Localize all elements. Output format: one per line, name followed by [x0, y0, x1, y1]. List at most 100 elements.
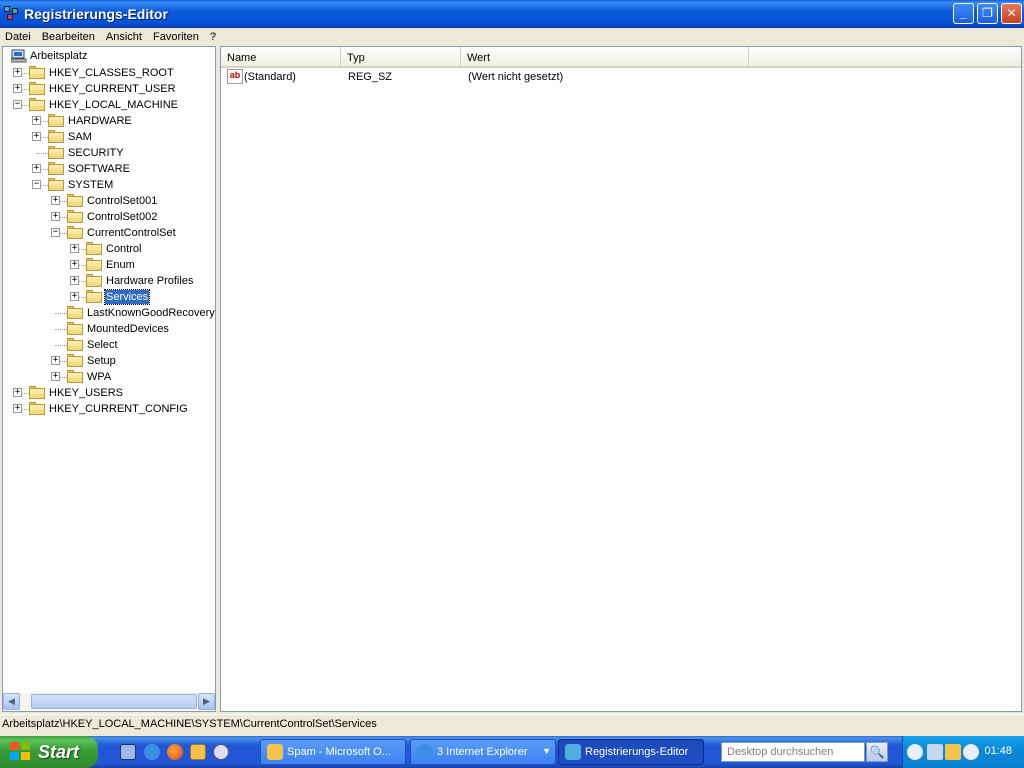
tree-item[interactable]: + Services: [3, 289, 215, 305]
scroll-left-button[interactable]: ◀: [3, 693, 20, 710]
tree-item[interactable]: + HKEY_USERS: [3, 385, 215, 401]
tree-item[interactable]: + HKEY_CURRENT_USER: [3, 81, 215, 97]
task-button-internet-explorer[interactable]: 3 Internet Explorer ▼: [410, 739, 556, 765]
tree-item[interactable]: + HKEY_CLASSES_ROOT: [3, 65, 215, 81]
tree-item-label: Services: [103, 289, 151, 305]
show-desktop-icon[interactable]: [120, 744, 136, 760]
search-button[interactable]: 🔍: [866, 742, 888, 762]
folder-icon: [29, 402, 45, 415]
status-path: Arbeitsplatz\HKEY_LOCAL_MACHINE\SYSTEM\C…: [2, 718, 377, 730]
tree-item[interactable]: SECURITY: [3, 145, 215, 161]
chevron-left-icon[interactable]: [907, 744, 923, 760]
expand-icon[interactable]: +: [32, 132, 41, 141]
value-name: (Standard): [244, 71, 296, 83]
column-value[interactable]: Wert: [461, 47, 749, 66]
expand-icon[interactable]: +: [70, 260, 79, 269]
list-item[interactable]: ab (Standard) REG_SZ (Wert nicht gesetzt…: [221, 69, 1021, 85]
tree-item[interactable]: MountedDevices: [3, 321, 215, 337]
tree-item[interactable]: + HARDWARE: [3, 113, 215, 129]
tree-connector: [55, 345, 67, 346]
internet-explorer-icon[interactable]: [144, 744, 160, 760]
folder-icon: [48, 114, 64, 127]
column-type[interactable]: Typ: [341, 47, 461, 66]
folder-icon: [67, 354, 83, 367]
restore-button[interactable]: ❐: [977, 3, 998, 24]
media-player-icon[interactable]: [213, 744, 229, 760]
expand-icon[interactable]: +: [70, 244, 79, 253]
tree-item-label: HARDWARE: [68, 115, 132, 127]
scroll-thumb[interactable]: [31, 694, 197, 709]
tree-item-label: ControlSet001: [87, 195, 158, 207]
tree-item[interactable]: + HKEY_CURRENT_CONFIG: [3, 401, 215, 417]
tree-item-label: Select: [87, 339, 118, 351]
tree-item[interactable]: + Setup: [3, 353, 215, 369]
menu-datei[interactable]: Datei: [0, 31, 37, 43]
windows-flag-icon: [10, 742, 32, 762]
folder-icon: [86, 242, 102, 255]
close-button[interactable]: ✕: [1001, 3, 1022, 24]
tree-item[interactable]: Select: [3, 337, 215, 353]
folder-icon: [48, 130, 64, 143]
tree-item[interactable]: + Enum: [3, 257, 215, 273]
firefox-icon[interactable]: [167, 744, 183, 760]
scroll-right-button[interactable]: ▶: [198, 693, 215, 710]
tree-item[interactable]: + ControlSet002: [3, 209, 215, 225]
tree-item[interactable]: + Control: [3, 241, 215, 257]
outlook-icon[interactable]: [190, 744, 206, 760]
expand-icon[interactable]: +: [13, 404, 22, 413]
task-label: Spam - Microsoft O...: [287, 746, 391, 758]
expand-icon[interactable]: +: [32, 116, 41, 125]
folder-icon: [67, 226, 83, 239]
tree-item[interactable]: − CurrentControlSet: [3, 225, 215, 241]
collapse-icon[interactable]: −: [13, 100, 22, 109]
collapse-icon[interactable]: −: [32, 180, 41, 189]
menu-bearbeiten[interactable]: Bearbeiten: [37, 31, 101, 43]
start-button[interactable]: Start: [0, 736, 98, 768]
tree-item[interactable]: + SOFTWARE: [3, 161, 215, 177]
menu-ansicht[interactable]: Ansicht: [101, 31, 148, 43]
expand-icon[interactable]: +: [70, 276, 79, 285]
tree-item[interactable]: + ControlSet001: [3, 193, 215, 209]
tree-item[interactable]: + SAM: [3, 129, 215, 145]
column-name[interactable]: Name: [221, 47, 341, 66]
expand-icon[interactable]: +: [51, 212, 60, 221]
task-button-registry-editor[interactable]: Registrierungs-Editor: [558, 739, 704, 765]
open-folder-icon: [86, 290, 102, 303]
menu-favoriten[interactable]: Favoriten: [148, 31, 205, 43]
tree-horizontal-scrollbar[interactable]: ◀ ▶: [3, 693, 215, 710]
tree-item[interactable]: + WPA: [3, 369, 215, 385]
menu-bar: Datei Bearbeiten Ansicht Favoriten ?: [0, 28, 1024, 46]
desktop-search-input[interactable]: Desktop durchsuchen: [721, 742, 865, 762]
tree-connector: [55, 313, 67, 314]
network-icon[interactable]: [927, 744, 943, 760]
minimize-button[interactable]: _: [953, 3, 974, 24]
values-list[interactable]: Name Typ Wert ab (Standard) REG_SZ (Wert…: [220, 46, 1022, 712]
registry-tree[interactable]: Arbeitsplatz + HKEY_CLASSES_ROOT + HKEY_CUR…: [2, 46, 216, 712]
clock: 01:48: [984, 745, 1012, 757]
expand-icon[interactable]: +: [51, 356, 60, 365]
task-button-outlook[interactable]: Spam - Microsoft O...: [260, 739, 406, 765]
expand-icon[interactable]: +: [13, 84, 22, 93]
folder-icon: [48, 178, 64, 191]
expand-icon[interactable]: +: [13, 388, 22, 397]
tree-item[interactable]: − SYSTEM: [3, 177, 215, 193]
tree-item[interactable]: − HKEY_LOCAL_MACHINE: [3, 97, 215, 113]
expand-icon[interactable]: +: [51, 196, 60, 205]
tree-item[interactable]: + Hardware Profiles: [3, 273, 215, 289]
collapse-icon[interactable]: −: [51, 228, 60, 237]
folder-icon: [67, 338, 83, 351]
folder-icon: [48, 146, 64, 159]
computer-icon: [10, 49, 27, 63]
tree-item[interactable]: LastKnownGoodRecovery: [3, 305, 215, 321]
task-label: 3 Internet Explorer: [437, 746, 528, 758]
folder-icon: [29, 66, 45, 79]
folder-icon: [29, 82, 45, 95]
expand-icon[interactable]: +: [32, 164, 41, 173]
expand-icon[interactable]: +: [13, 68, 22, 77]
expand-icon[interactable]: +: [51, 372, 60, 381]
outlook-tray-icon[interactable]: [945, 744, 961, 760]
search-tray-icon[interactable]: [963, 744, 979, 760]
expand-icon[interactable]: +: [70, 292, 79, 301]
menu-help[interactable]: ?: [205, 31, 222, 43]
title-bar[interactable]: Registrierungs-Editor _ ❐ ✕: [0, 0, 1024, 28]
